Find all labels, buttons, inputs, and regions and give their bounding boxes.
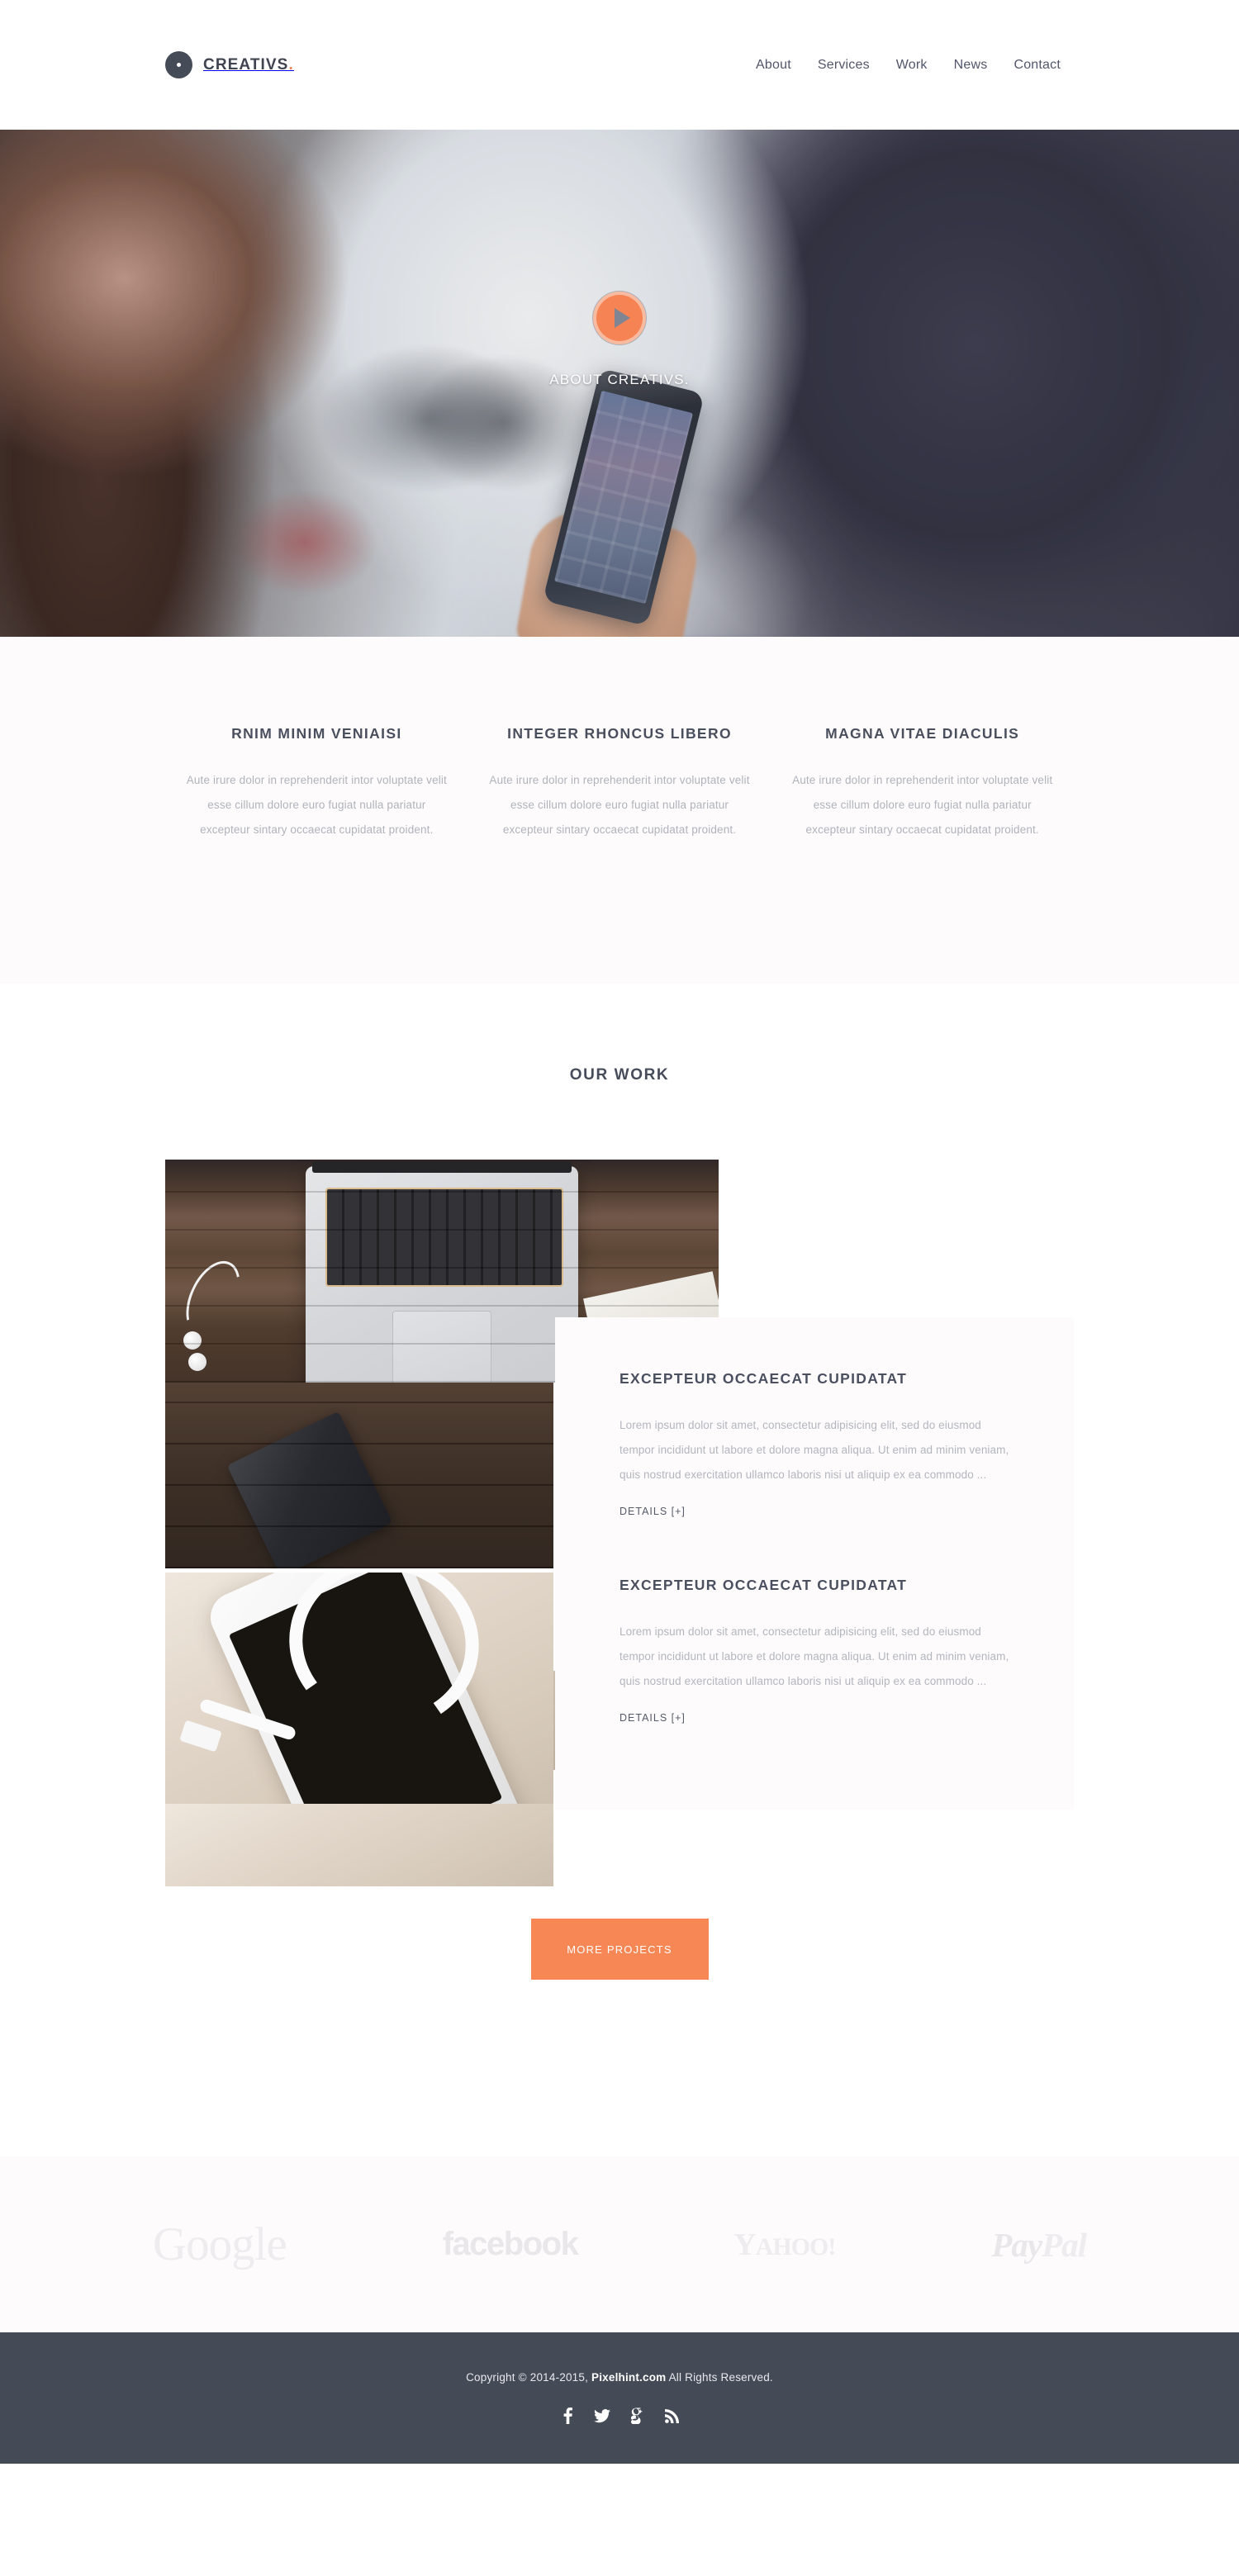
project-2-panel-inner: EXCEPTEUR OCCAECAT CUPIDATAT Lorem ipsum… [555,1524,1074,1725]
nav-item-services[interactable]: Services [805,58,883,73]
photo-laptop-keyboard [325,1188,563,1287]
client-logo-paypal-part2: Pal [1042,2225,1087,2264]
project-1-image-bottom[interactable] [165,1383,553,1568]
feature-body: Aute irure dolor in reprehenderit intor … [792,774,1053,836]
main-navigation: About Services Work News Contact [743,58,1074,73]
our-work-section: OUR WORK EXCEPTEUR OCCAECAT CUPIDATAT Lo… [0,984,1239,2156]
feature-body: Aute irure dolor in reprehenderit intor … [489,774,750,836]
feature-column-2: INTEGER RHONCUS LIBERO Aute irure dolor … [468,725,771,842]
feature-column-1: RNIM MINIM VENIAISI Aute irure dolor in … [165,725,468,842]
client-logo-google: Google [153,2218,287,2270]
feature-title: RNIM MINIM VENIAISI [231,725,402,742]
projects-stage: EXCEPTEUR OCCAECAT CUPIDATAT Lorem ipsum… [0,1084,1239,2076]
project-2-image-bottom[interactable] [165,1804,553,1886]
photo-laptop-trackpad [392,1311,491,1383]
nav-item-news[interactable]: News [941,58,1001,73]
project-details-link[interactable]: DETAILS [+] [620,1506,686,1517]
logo-accent-dot: . [288,55,294,74]
footer-copyright-prefix: Copyright © 2014-2015, [466,2371,591,2384]
feature-column-3: MAGNA VITAE DIACULIS Aute irure dolor in… [771,725,1074,842]
photo-dark-phone [226,1411,393,1568]
client-logo-paypal-part1: Pay [991,2225,1042,2264]
logo-wordmark: CREATIVS [203,55,289,74]
footer-copyright: Copyright © 2014-2015, Pixelhint.com All… [466,2371,773,2384]
project-details-link[interactable]: DETAILS [+] [620,1712,686,1724]
photo-laptop-body [306,1161,578,1383]
photo-earbud-cord [175,1252,251,1345]
client-logo-facebook: facebook [442,2226,579,2262]
logo-text: CREATIVS. [203,56,294,74]
feature-title: MAGNA VITAE DIACULIS [825,725,1020,742]
clients-logos-section: Google facebook YAHOO! PayPal [0,2156,1239,2332]
more-projects-button[interactable]: MORE PROJECTS [530,1919,709,1980]
project-body: Lorem ipsum dolor sit amet, consectetur … [620,1625,1009,1687]
site-header: CREATIVS. About Services Work News Conta… [0,0,1239,130]
rss-icon[interactable] [663,2407,680,2425]
section-title-our-work: OUR WORK [569,1066,670,1084]
project-2-panel: EXCEPTEUR OCCAECAT CUPIDATAT Lorem ipsum… [555,1524,1074,1810]
footer-copyright-suffix: All Rights Reserved. [666,2371,773,2384]
google-plus-icon[interactable] [629,2407,645,2425]
feature-title: INTEGER RHONCUS LIBERO [507,725,732,742]
photo-dark-wood-desk [165,1383,553,1568]
client-logo-yahoo-part2: AHOO! [755,2232,837,2261]
footer-social-links [559,2407,680,2425]
project-title: EXCEPTEUR OCCAECAT CUPIDATAT [620,1577,908,1593]
play-icon[interactable] [593,292,646,344]
photo-iphone-with-cable [165,1573,553,1804]
hero-video-section: ABOUT CREATIVS. [0,130,1239,637]
hero-content: ABOUT CREATIVS. [0,292,1239,388]
photo-laptop-hinge [312,1161,572,1173]
site-footer: Copyright © 2014-2015, Pixelhint.com All… [0,2332,1239,2464]
project-2-image-main[interactable] [165,1573,553,1804]
play-triangle-icon [614,308,630,328]
photo-earbuds [175,1252,251,1383]
client-logo-yahoo-part1: Y [733,2227,756,2262]
site-logo[interactable]: CREATIVS. [165,51,294,78]
features-row: RNIM MINIM VENIAISI Aute irure dolor in … [165,725,1074,842]
project-title: EXCEPTEUR OCCAECAT CUPIDATAT [620,1370,908,1387]
clients-row: Google facebook YAHOO! PayPal [153,2218,1087,2271]
facebook-icon[interactable] [559,2407,576,2425]
project-1-panel-inner: EXCEPTEUR OCCAECAT CUPIDATAT Lorem ipsum… [555,1317,1074,1519]
logo-inner-dot [177,63,181,67]
nav-item-contact[interactable]: Contact [1000,58,1074,73]
features-section: RNIM MINIM VENIAISI Aute irure dolor in … [0,637,1239,984]
hero-caption: ABOUT CREATIVS. [549,372,690,387]
photo-iphone-bottom-strip [165,1804,553,1886]
client-logo-paypal: PayPal [991,2225,1087,2265]
photo-earbud-right [188,1353,206,1371]
photo-earbud-left [183,1331,202,1350]
twitter-icon[interactable] [594,2407,610,2425]
nav-item-about[interactable]: About [743,58,805,73]
circle-dot-logo-icon [165,51,192,78]
nav-item-work[interactable]: Work [883,58,941,73]
feature-body: Aute irure dolor in reprehenderit intor … [186,774,447,836]
footer-brand: Pixelhint.com [591,2371,667,2384]
photo-cable-plug [179,1720,222,1753]
project-body: Lorem ipsum dolor sit amet, consectetur … [620,1419,1009,1481]
more-projects-wrap: MORE PROJECTS [0,1919,1239,1980]
client-logo-yahoo: YAHOO! [733,2227,837,2263]
